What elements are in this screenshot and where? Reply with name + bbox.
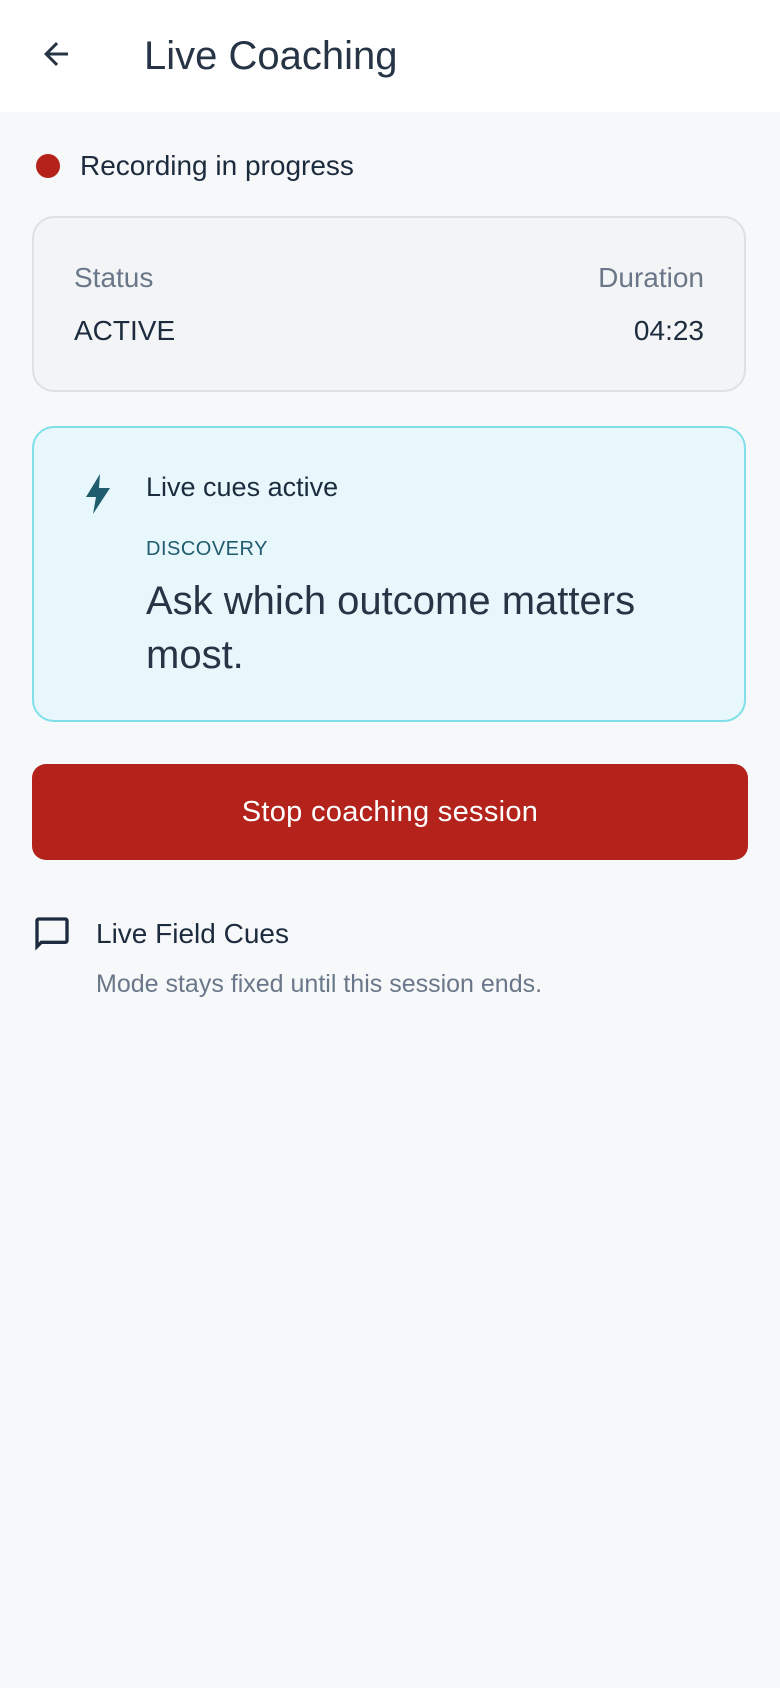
recording-status-text: Recording in progress	[80, 150, 354, 181]
cue-text: Ask which outcome matters most.	[146, 579, 636, 677]
page-title: Live Coaching	[144, 34, 398, 78]
status-label: Status	[74, 262, 154, 293]
duration-label: Duration	[598, 262, 704, 293]
duration-value: 04:23	[633, 315, 704, 346]
stop-coaching-button[interactable]: Stop coaching session	[32, 764, 748, 860]
live-cue-card: Live cues active DISCOVERY Ask which out…	[32, 426, 746, 722]
arrow-left-icon	[44, 42, 68, 66]
field-cues-subtitle: Mode stays fixed until this session ends…	[96, 970, 543, 998]
chat-bubble-icon	[35, 917, 69, 951]
recording-indicator: Recording in progress	[36, 146, 354, 186]
session-status-card: Status Duration ACTIVE 04:23	[32, 216, 746, 392]
recording-dot-icon	[36, 154, 60, 178]
status-value: ACTIVE	[74, 315, 176, 346]
bolt-icon	[86, 474, 110, 514]
cue-heading: Live cues active	[146, 472, 339, 502]
cue-category: DISCOVERY	[146, 538, 268, 560]
app-bar: Live Coaching	[0, 0, 780, 112]
field-cues-title: Live Field Cues	[96, 918, 289, 949]
back-button[interactable]	[24, 22, 88, 86]
